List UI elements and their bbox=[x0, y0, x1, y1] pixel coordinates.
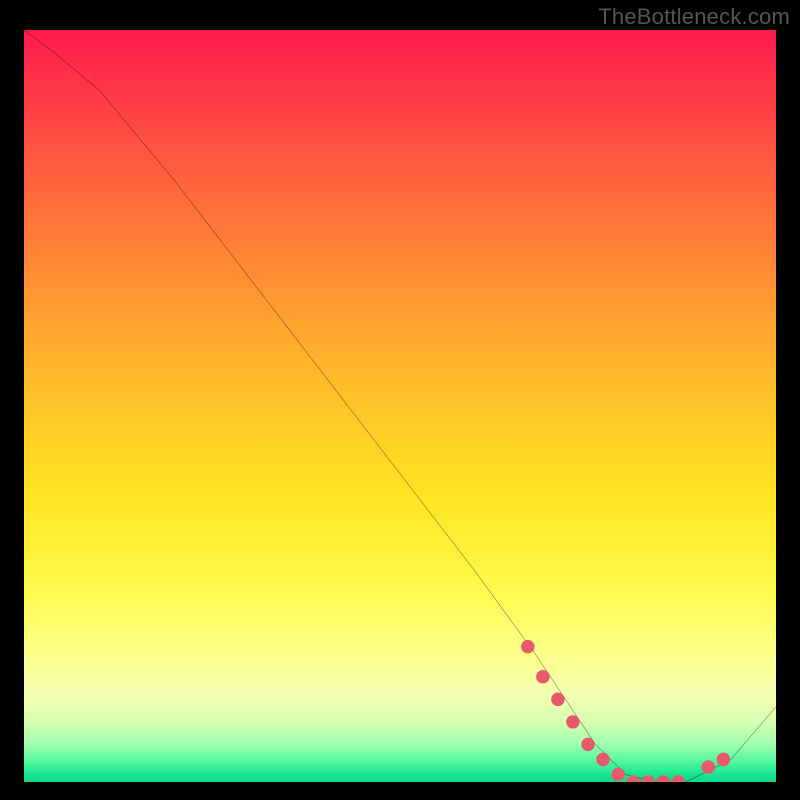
highlight-point bbox=[596, 753, 610, 767]
highlight-point bbox=[626, 775, 640, 782]
highlight-point bbox=[611, 768, 625, 782]
highlight-point bbox=[536, 670, 550, 684]
highlight-point bbox=[566, 715, 580, 729]
highlight-point bbox=[551, 693, 565, 707]
curve-svg bbox=[24, 30, 776, 782]
highlight-point bbox=[717, 753, 731, 767]
highlight-point bbox=[702, 760, 716, 774]
curve-layer bbox=[24, 30, 776, 782]
watermark-text: TheBottleneck.com bbox=[598, 4, 790, 30]
highlight-point bbox=[521, 640, 535, 654]
bottleneck-curve bbox=[24, 30, 776, 782]
plot-area bbox=[24, 30, 776, 782]
highlight-point bbox=[581, 738, 595, 752]
highlight-point bbox=[656, 775, 670, 782]
highlight-markers bbox=[521, 640, 730, 782]
chart-frame: TheBottleneck.com bbox=[0, 0, 800, 800]
highlight-point bbox=[671, 775, 685, 782]
highlight-point bbox=[641, 775, 655, 782]
